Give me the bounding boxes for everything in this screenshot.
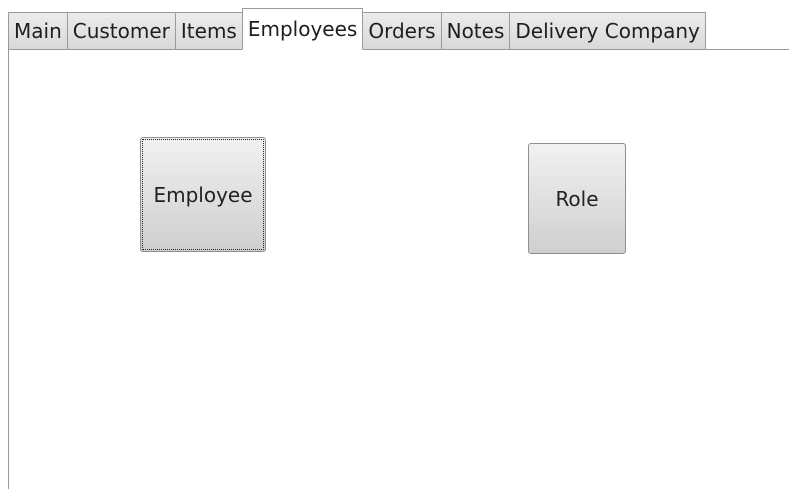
- tab-items[interactable]: Items: [174, 12, 243, 50]
- tab-customer[interactable]: Customer: [66, 12, 176, 50]
- tab-employees[interactable]: Employees: [241, 8, 364, 50]
- tab-notes[interactable]: Notes: [440, 12, 511, 50]
- application-window: Main Customer Items Employees Orders Not…: [0, 0, 789, 489]
- tab-delivery-company[interactable]: Delivery Company: [509, 12, 706, 50]
- employees-tab-panel: Employee Role: [8, 49, 789, 489]
- role-button[interactable]: Role: [528, 143, 626, 254]
- employee-button[interactable]: Employee: [140, 137, 266, 252]
- tab-bar: Main Customer Items Employees Orders Not…: [8, 8, 706, 50]
- tab-orders[interactable]: Orders: [362, 12, 442, 50]
- tab-main[interactable]: Main: [8, 12, 68, 50]
